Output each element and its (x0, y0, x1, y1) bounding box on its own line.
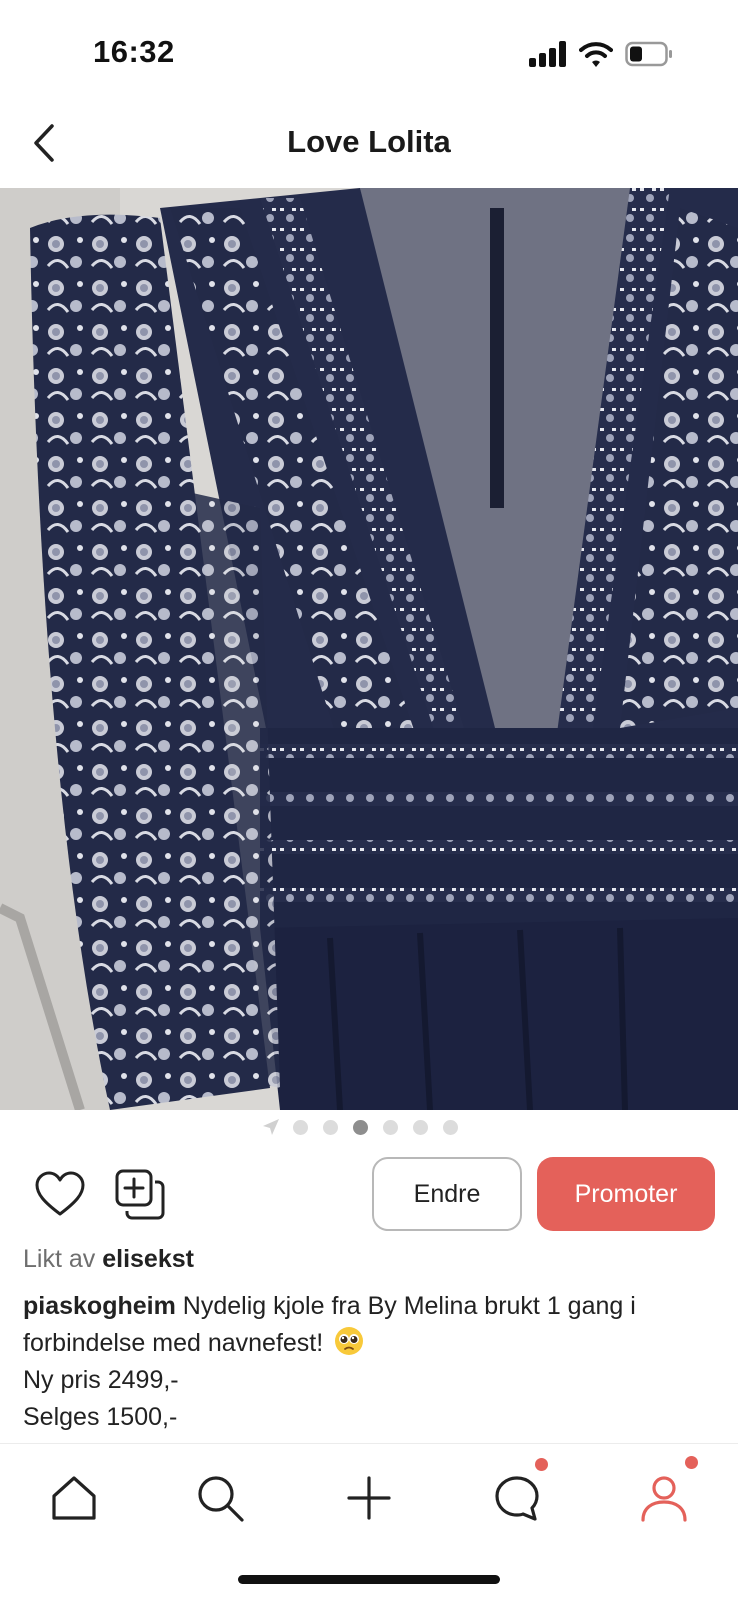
pager-dot[interactable] (293, 1120, 308, 1135)
pager-dot[interactable] (383, 1120, 398, 1135)
wifi-icon (579, 42, 613, 67)
post-caption: piaskogheim Nydelig kjole fra By Melina … (23, 1288, 713, 1436)
caption-sale-price: Selges 1500,- (23, 1403, 178, 1431)
pleading-face-emoji (335, 1327, 364, 1355)
edit-button[interactable]: Endre (372, 1157, 522, 1231)
add-to-collection-icon[interactable] (114, 1168, 166, 1220)
cellular-signal-icon (529, 41, 569, 67)
search-icon (198, 1476, 244, 1522)
caption-username[interactable]: piaskogheim (23, 1292, 176, 1320)
product-photo[interactable] (0, 188, 738, 1110)
image-pager (0, 1116, 738, 1140)
tab-profile[interactable] (634, 1468, 694, 1528)
dress-image (0, 188, 738, 1110)
promote-button[interactable]: Promoter (537, 1157, 715, 1231)
home-icon (52, 1476, 96, 1520)
pager-dot[interactable] (323, 1120, 338, 1135)
liked-by-line: Likt av elisekst (23, 1245, 194, 1274)
tab-home[interactable] (44, 1468, 104, 1528)
tab-messages[interactable] (487, 1468, 547, 1528)
profile-icon (641, 1476, 687, 1522)
liked-by-user[interactable]: elisekst (102, 1245, 194, 1273)
profile-notification-badge (685, 1456, 698, 1469)
pager-dot-active[interactable] (353, 1120, 368, 1135)
plus-icon (347, 1476, 391, 1520)
tab-search[interactable] (190, 1468, 250, 1528)
pager-dot[interactable] (443, 1120, 458, 1135)
tab-add[interactable] (339, 1468, 399, 1528)
top-navigation-bar: Love Lolita (0, 104, 738, 188)
home-indicator (238, 1575, 500, 1584)
heart-outline-icon[interactable] (34, 1170, 86, 1218)
page-title: Love Lolita (287, 124, 451, 159)
location-arrow-icon (263, 1119, 279, 1135)
liked-by-prefix: Likt av (23, 1245, 96, 1273)
pager-dot[interactable] (413, 1120, 428, 1135)
chat-bubble-icon (495, 1476, 539, 1521)
battery-icon (625, 41, 672, 67)
status-time: 16:32 (93, 34, 175, 69)
messages-notification-badge (535, 1458, 548, 1471)
status-bar: 16:32 (0, 0, 738, 104)
caption-first-paragraph: piaskogheim Nydelig kjole fra By Melina … (23, 1288, 713, 1362)
caption-new-price: Ny pris 2499,- (23, 1366, 179, 1394)
